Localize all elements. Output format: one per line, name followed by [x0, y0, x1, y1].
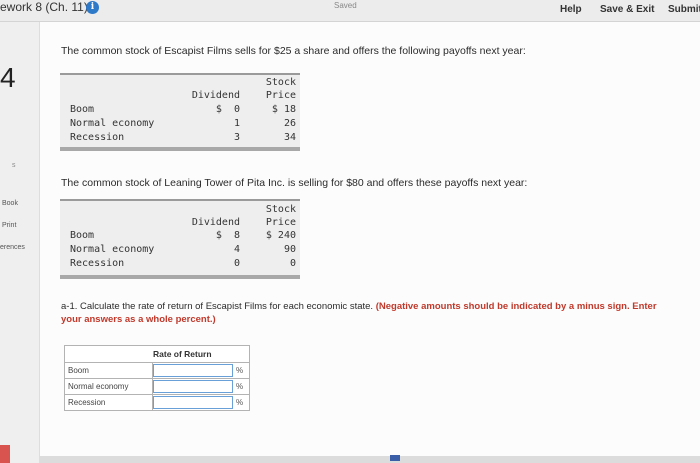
- dividend-cell: $ 8: [215, 230, 240, 241]
- state-label: Boom: [70, 104, 95, 115]
- table-header-row: Stock: [60, 76, 300, 89]
- state-label: Boom: [70, 230, 95, 241]
- instruction-text: a-1. Calculate the rate of return of Esc…: [61, 300, 671, 326]
- table-footer-bar: [60, 275, 300, 279]
- dividend-header: Dividend: [191, 217, 240, 228]
- table-row: Boom $ 0 $ 18: [60, 103, 300, 116]
- rate-of-return-table: Rate of Return Boom % Normal economy % R…: [64, 345, 250, 411]
- price-cell: 34: [283, 132, 296, 143]
- table-header-row: Dividend Price: [60, 216, 300, 229]
- state-label: Normal economy: [70, 244, 155, 255]
- price-cell: $ 18: [271, 104, 296, 115]
- instruction-plain: a-1. Calculate the rate of return of Esc…: [61, 301, 376, 312]
- price-header-line1: Stock: [265, 204, 296, 215]
- bottom-indicator: [0, 445, 10, 463]
- normal-economy-return-input[interactable]: [153, 380, 233, 393]
- state-label: Recession: [70, 132, 125, 143]
- price-header-line2: Price: [265, 90, 296, 101]
- assignment-title: ework 8 (Ch. 11): [0, 0, 88, 14]
- help-button[interactable]: Help: [560, 4, 582, 15]
- price-header-line2: Price: [265, 217, 296, 228]
- escapist-payoff-table: Stock Dividend Price Boom $ 0 $ 18 Norma…: [60, 73, 300, 151]
- points-label: s: [12, 162, 16, 169]
- question-intro-pita: The common stock of Leaning Tower of Pit…: [61, 177, 528, 189]
- top-bar: ework 8 (Ch. 11) i Saved Help Save & Exi…: [0, 0, 700, 22]
- state-label: Recession: [70, 258, 125, 269]
- price-header-line1: Stock: [265, 77, 296, 88]
- info-icon[interactable]: i: [86, 1, 99, 14]
- percent-unit: %: [236, 366, 244, 375]
- table-header-row: Dividend Price: [60, 89, 300, 102]
- table-row: Normal economy %: [65, 378, 249, 394]
- bottom-navigation-marker: [390, 455, 400, 461]
- references-link[interactable]: erences: [0, 244, 25, 251]
- state-label: Normal economy: [70, 118, 155, 129]
- dividend-header: Dividend: [191, 90, 240, 101]
- question-sidebar: 4 s Book Print erences: [0, 22, 40, 463]
- dividend-cell: 0: [233, 258, 240, 269]
- table-row: Recession 3 34: [60, 131, 300, 144]
- percent-unit: %: [236, 398, 244, 407]
- table-header-row: Stock: [60, 203, 300, 216]
- state-label: Normal economy: [68, 382, 129, 391]
- price-cell: 90: [283, 244, 296, 255]
- table-row: Normal economy 4 90: [60, 243, 300, 256]
- dividend-cell: 4: [233, 244, 240, 255]
- bottom-navigation-bar: [40, 456, 700, 463]
- saved-status: Saved: [334, 1, 357, 10]
- table-row: Boom $ 8 $ 240: [60, 229, 300, 242]
- print-link[interactable]: Print: [2, 222, 16, 229]
- question-intro-escapist: The common stock of Escapist Films sells…: [61, 45, 526, 57]
- recession-return-input[interactable]: [153, 396, 233, 409]
- dividend-cell: 3: [233, 132, 240, 143]
- rate-of-return-header: Rate of Return: [65, 346, 249, 362]
- price-cell: $ 240: [265, 230, 296, 241]
- price-cell: 0: [289, 258, 296, 269]
- table-footer-bar: [60, 147, 300, 151]
- boom-return-input[interactable]: [153, 364, 233, 377]
- save-exit-button[interactable]: Save & Exit: [600, 4, 654, 15]
- submit-button[interactable]: Submit: [668, 4, 700, 15]
- state-label: Recession: [68, 398, 106, 407]
- rate-of-return-header-label: Rate of Return: [153, 349, 212, 359]
- question-number: 4: [0, 62, 16, 93]
- dividend-cell: $ 0: [215, 104, 240, 115]
- book-link[interactable]: Book: [2, 200, 18, 207]
- table-row: Recession 0 0: [60, 257, 300, 270]
- dividend-cell: 1: [233, 118, 240, 129]
- pita-payoff-table: Stock Dividend Price Boom $ 8 $ 240 Norm…: [60, 199, 300, 279]
- table-row: Normal economy 1 26: [60, 117, 300, 130]
- percent-unit: %: [236, 382, 244, 391]
- state-label: Boom: [68, 366, 89, 375]
- price-cell: 26: [283, 118, 296, 129]
- table-row: Boom %: [65, 362, 249, 378]
- table-row: Recession %: [65, 394, 249, 410]
